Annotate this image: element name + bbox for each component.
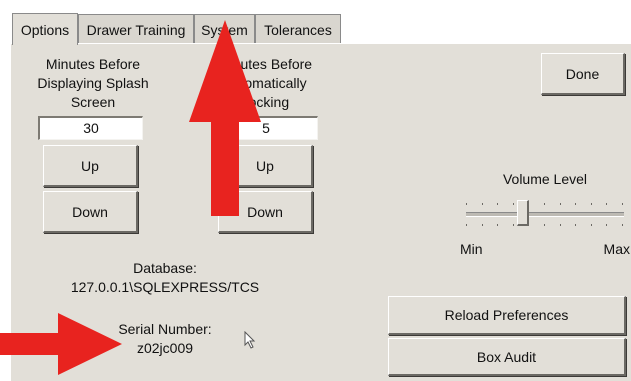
splash-minutes-value: 30 <box>83 120 99 136</box>
reload-preferences-label: Reload Preferences <box>444 307 569 323</box>
volume-min-label: Min <box>460 241 483 257</box>
tab-options[interactable]: Options <box>12 13 78 45</box>
volume-tick-top <box>528 203 529 205</box>
done-label: Done <box>565 65 600 82</box>
volume-tick-top <box>497 203 498 205</box>
volume-tick-top <box>560 203 561 205</box>
splash-label: Minutes Before Displaying Splash Screen <box>18 55 168 112</box>
volume-tick-bottom <box>560 224 561 226</box>
volume-tick-bottom <box>606 224 607 226</box>
database-value: 127.0.0.1\SQLEXPRESS/TCS <box>70 279 260 295</box>
volume-tick-bottom <box>622 224 623 226</box>
volume-tick-top <box>513 203 514 205</box>
screenshot-root: Options Drawer Training System Tolerance… <box>0 0 631 381</box>
tab-drawer-training-label: Drawer Training <box>86 21 186 38</box>
tab-tolerances-label: Tolerances <box>264 21 332 38</box>
box-audit-button[interactable]: Box Audit <box>388 338 626 376</box>
splash-down-button[interactable]: Down <box>43 191 138 233</box>
volume-tick-top <box>466 203 467 205</box>
volume-tick-top <box>482 203 483 205</box>
volume-tick-bottom <box>482 224 483 226</box>
splash-label-line3: Screen <box>70 94 116 110</box>
box-audit-label: Box Audit <box>476 348 537 365</box>
splash-minutes-field[interactable]: 30 <box>38 116 143 140</box>
splash-label-line2: Displaying Splash <box>37 75 149 91</box>
mouse-cursor-icon <box>244 331 256 349</box>
splash-down-label: Down <box>72 203 108 220</box>
volume-max-label: Max <box>603 241 630 257</box>
tab-options-label: Options <box>20 21 70 38</box>
volume-tick-top <box>544 203 545 205</box>
volume-tick-top <box>622 203 623 205</box>
volume-label: Volume Level <box>502 171 588 187</box>
volume-tick-bottom <box>497 224 498 226</box>
database-info: Database: 127.0.0.1\SQLEXPRESS/TCS <box>40 259 290 297</box>
volume-tick-bottom <box>528 224 529 226</box>
volume-tick-top <box>591 203 592 205</box>
volume-tick-top <box>606 203 607 205</box>
volume-slider-track[interactable] <box>466 212 624 217</box>
tab-tolerances[interactable]: Tolerances <box>255 14 341 44</box>
volume-tick-bottom <box>575 224 576 226</box>
volume-tick-bottom <box>513 224 514 226</box>
database-label: Database: <box>133 260 197 276</box>
right-arrow-annotation-icon <box>0 313 122 375</box>
reload-preferences-button[interactable]: Reload Preferences <box>388 296 626 335</box>
tab-drawer-training[interactable]: Drawer Training <box>78 14 194 44</box>
volume-tick-top <box>575 203 576 205</box>
volume-tick-bottom <box>544 224 545 226</box>
volume-tick-bottom <box>591 224 592 226</box>
done-button[interactable]: Done <box>541 53 625 95</box>
splash-up-label: Up <box>81 157 99 174</box>
splash-label-line1: Minutes Before <box>45 56 141 72</box>
splash-up-button[interactable]: Up <box>43 145 138 187</box>
volume-tick-bottom <box>466 224 467 226</box>
up-arrow-annotation-icon <box>189 20 261 216</box>
